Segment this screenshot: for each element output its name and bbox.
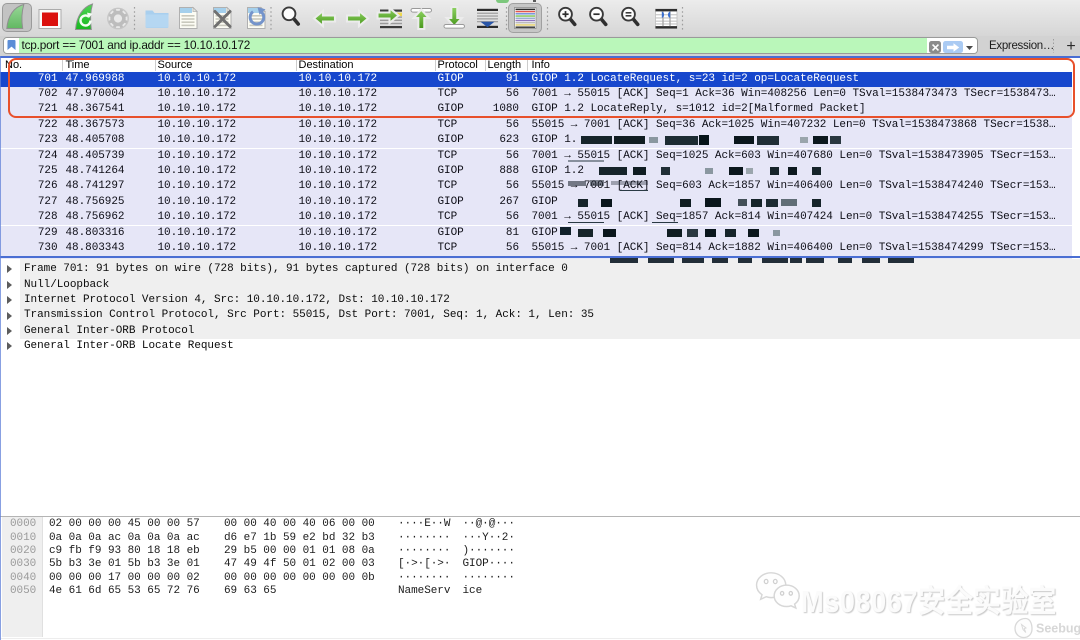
svg-text:Seebug: Seebug <box>1036 622 1080 636</box>
